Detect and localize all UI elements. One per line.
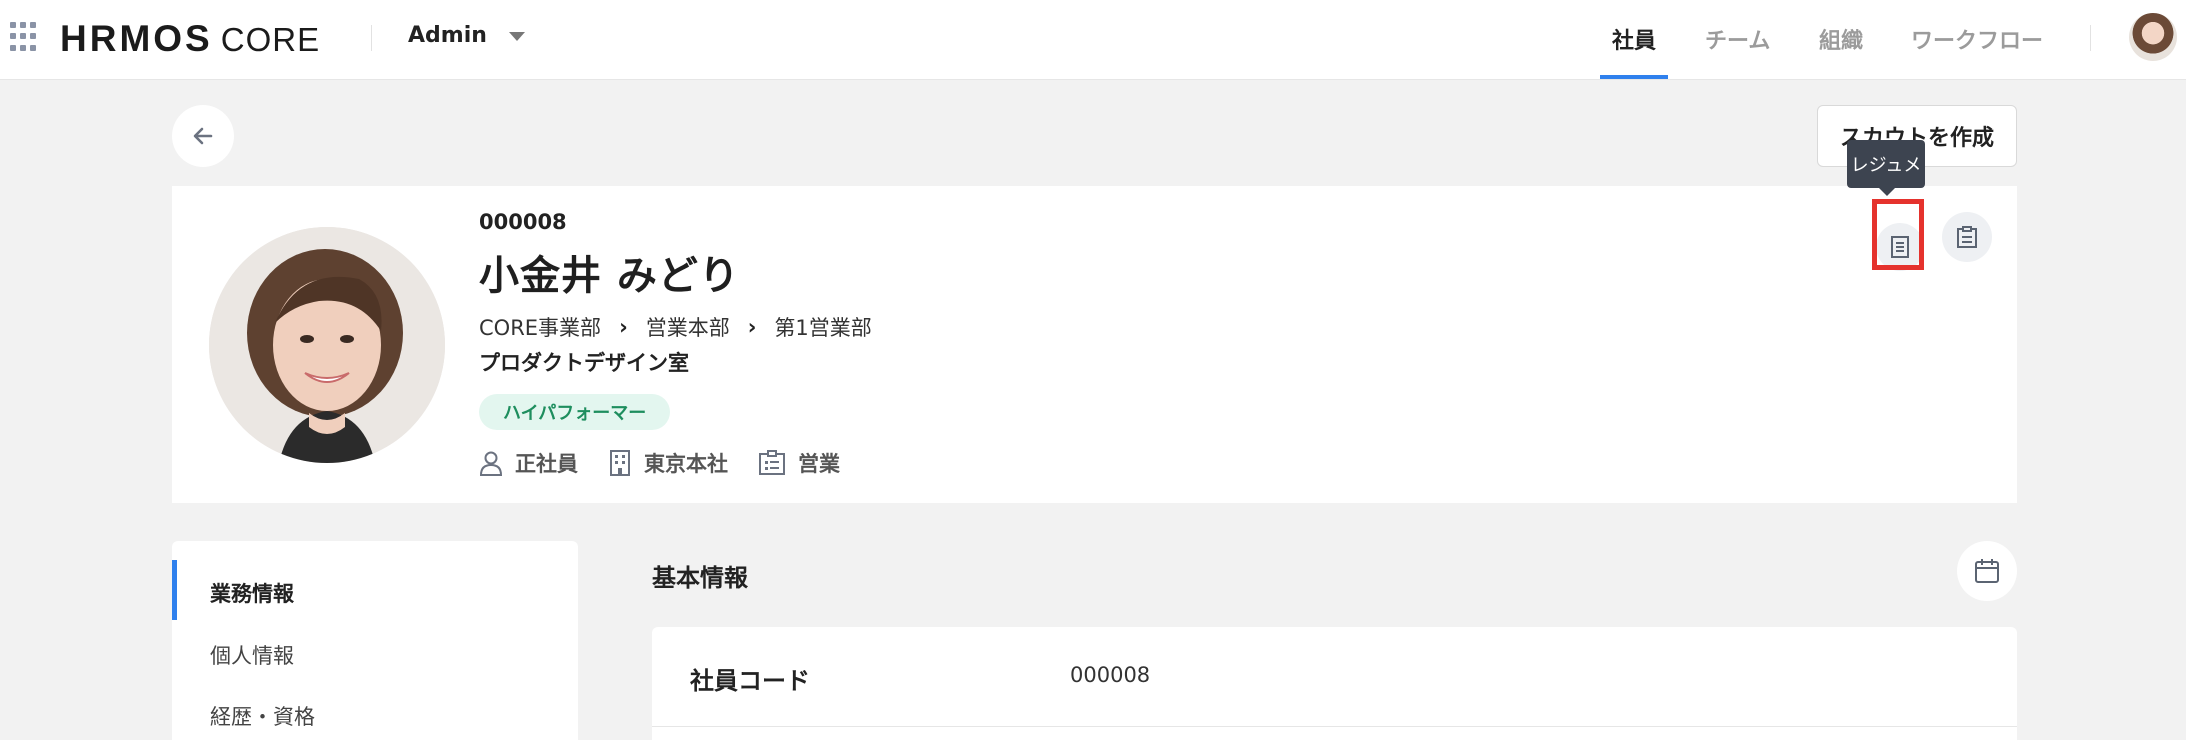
nav-tab-employees[interactable]: 社員 (1612, 23, 1656, 55)
nav-tab-organizations[interactable]: 組織 (1819, 23, 1863, 55)
chevron-right-icon: › (747, 315, 757, 339)
employee-photo (209, 227, 445, 463)
id-card-icon (759, 450, 785, 475)
org-level-3[interactable]: 第1営業部 (774, 312, 871, 342)
logo-main-text: HRMOS (60, 18, 213, 59)
calendar-icon (1975, 559, 1999, 583)
org-level-2[interactable]: 営業本部 (646, 312, 730, 342)
profile-section-menu: 業務情報 個人情報 経歴・資格 (172, 541, 578, 740)
department-name: プロダクトデザイン室 (479, 351, 689, 375)
app-switcher-icon[interactable] (10, 22, 40, 52)
user-avatar[interactable] (2129, 13, 2177, 61)
basic-info-card: 社員コード 000008 (652, 627, 2017, 740)
org-level-1[interactable]: CORE事業部 (479, 312, 601, 342)
employee-name: 小金井 みどり (479, 253, 740, 299)
table-row: 社員コード 000008 (652, 627, 2017, 727)
menu-item-personal-info[interactable]: 個人情報 (210, 640, 294, 670)
app-logo[interactable]: HRMOS CORE (60, 18, 321, 59)
chevron-right-icon: › (619, 315, 628, 339)
person-icon (479, 451, 503, 476)
clipboard-button[interactable] (1942, 212, 1992, 262)
section-title: 基本情報 (652, 564, 748, 592)
job-type: 営業 (758, 448, 840, 478)
logo-sub-text: CORE (220, 21, 321, 58)
employment-type: 正社員 (479, 448, 578, 478)
employee-code: 000008 (479, 210, 567, 234)
account-label: Admin (408, 23, 487, 48)
back-button[interactable] (172, 105, 234, 167)
field-value-employee-code: 000008 (1070, 663, 1151, 687)
organization-breadcrumb: CORE事業部 › 営業本部 › 第1営業部 (479, 312, 872, 342)
field-label-employee-code: 社員コード (690, 667, 810, 695)
menu-item-work-info[interactable]: 業務情報 (210, 578, 294, 608)
resume-button-highlight (1872, 199, 1924, 270)
top-navigation-bar: HRMOS CORE Admin 社員 チーム 組織 ワークフロー (0, 0, 2186, 80)
employee-tag-badge: ハイパフォーマー (479, 394, 671, 430)
account-switcher[interactable]: Admin (408, 23, 525, 48)
active-menu-indicator (172, 560, 177, 620)
menu-item-career-qualifications[interactable]: 経歴・資格 (210, 701, 315, 731)
header-divider (371, 25, 372, 51)
building-icon (610, 450, 630, 476)
office-location: 東京本社 (608, 448, 728, 478)
job-type-label: 営業 (798, 452, 840, 476)
resume-tooltip: レジュメ (1847, 140, 1925, 196)
arrow-left-icon (193, 127, 213, 145)
chevron-down-icon (508, 32, 525, 41)
nav-tab-workflow[interactable]: ワークフロー (1911, 23, 2043, 55)
office-label: 東京本社 (644, 452, 728, 476)
nav-tab-teams[interactable]: チーム (1705, 23, 1770, 55)
employee-profile-card: 000008 小金井 みどり CORE事業部 › 営業本部 › 第1営業部 プロ… (172, 186, 2017, 503)
active-tab-indicator (1600, 75, 1668, 79)
history-calendar-button[interactable] (1957, 541, 2017, 601)
header-divider-right (2090, 25, 2091, 51)
employment-type-label: 正社員 (515, 452, 578, 476)
clipboard-icon (1957, 226, 1977, 248)
